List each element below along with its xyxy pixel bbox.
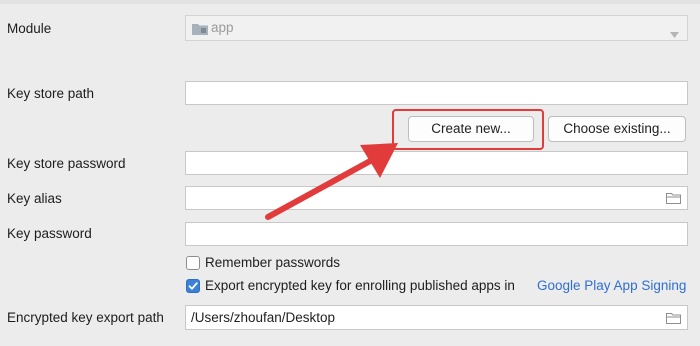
- annotation-arrow: [265, 143, 398, 220]
